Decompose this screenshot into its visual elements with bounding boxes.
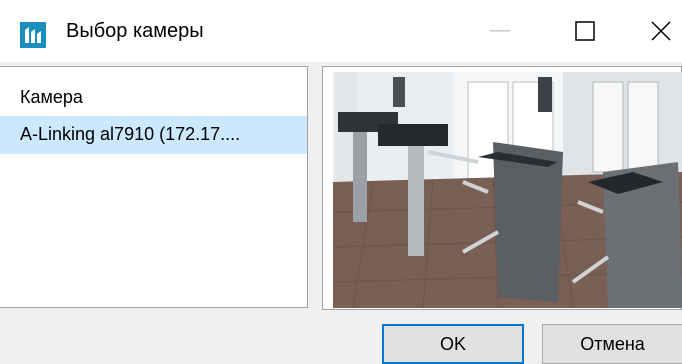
cancel-button[interactable]: Отмена [542, 324, 682, 364]
close-button[interactable] [640, 0, 682, 62]
camera-list[interactable]: Камера A-Linking al7910 (172.17.... [0, 66, 308, 308]
window-title: Выбор камеры [66, 20, 204, 42]
camera-list-header: Камера [20, 87, 83, 107]
camera-list-item-label: A-Linking al7910 (172.17.... [20, 124, 241, 144]
close-icon [651, 21, 671, 41]
maximize-icon [575, 21, 595, 41]
app-icon [20, 22, 46, 48]
camera-preview-image [333, 72, 682, 308]
camera-preview-frame [322, 66, 682, 310]
camera-list-item[interactable]: A-Linking al7910 (172.17.... [0, 116, 307, 154]
maximize-button[interactable] [555, 0, 615, 62]
title-bar: Выбор камеры [0, 0, 682, 62]
ok-button[interactable]: OK [382, 324, 524, 364]
minimize-icon [490, 30, 510, 32]
minimize-button[interactable] [470, 0, 530, 62]
